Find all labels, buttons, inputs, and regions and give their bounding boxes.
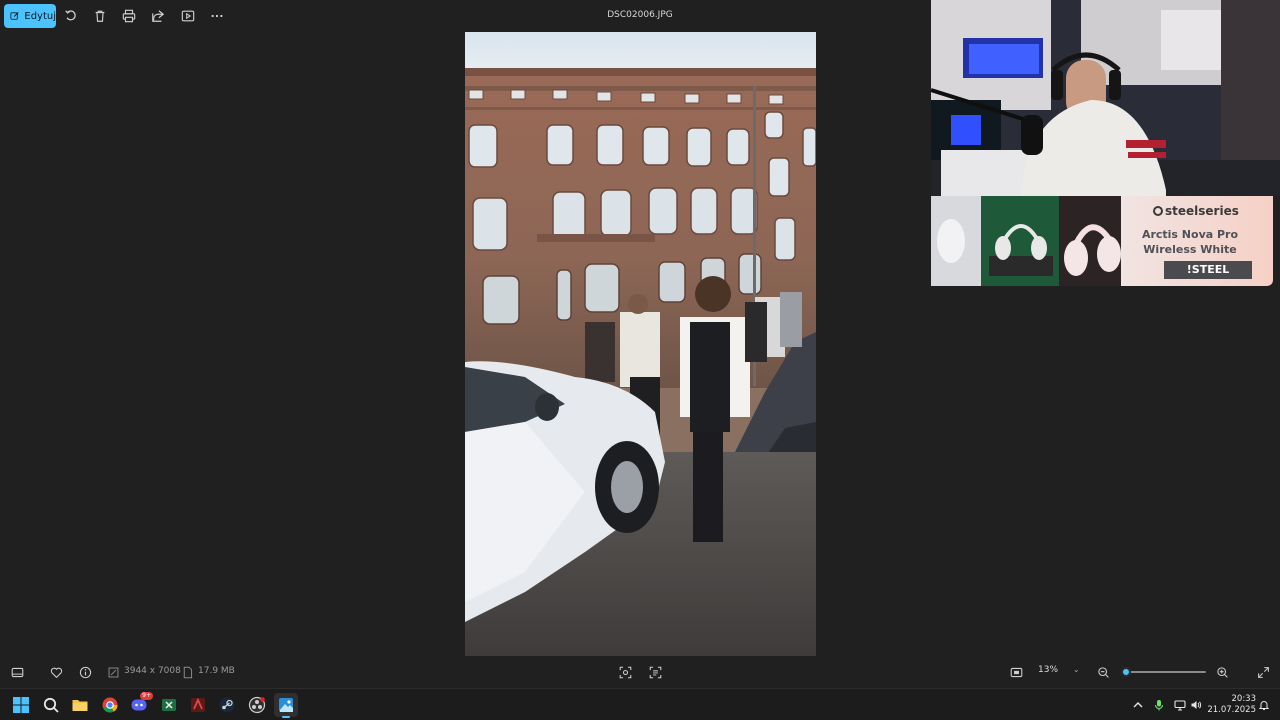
file-size: 17.9 MB (198, 666, 235, 676)
taskbar-obs[interactable] (245, 693, 269, 717)
clock-date: 21.07.2025 (1207, 705, 1256, 715)
tray-microphone[interactable] (1152, 698, 1166, 712)
discord-notification-badge: 9+ (140, 692, 153, 700)
folder-icon (72, 700, 88, 711)
rotate-icon (65, 10, 76, 21)
speaker-icon (1191, 701, 1202, 709)
chrome-icon (102, 697, 118, 713)
photo-image (465, 32, 816, 656)
edit-button[interactable]: Edytuj (4, 4, 56, 28)
game-icon (191, 697, 205, 712)
search-icon (43, 697, 59, 713)
chevron-down-icon: ⌄ (1072, 665, 1080, 674)
zoom-in-button[interactable] (1215, 665, 1229, 679)
delete-button[interactable] (89, 5, 111, 27)
text-scan-button[interactable] (648, 665, 662, 679)
file-size-icon (180, 665, 194, 679)
zoom-out-button[interactable] (1096, 665, 1110, 679)
printer-icon (122, 9, 136, 23)
zoom-in-icon (1216, 666, 1228, 678)
fit-to-window-button[interactable] (1009, 665, 1023, 679)
notification-bell-icon (1258, 701, 1270, 710)
taskbar-excel[interactable] (157, 693, 181, 717)
more-options-button[interactable] (206, 5, 228, 27)
windows-taskbar: 9+ 20:33 21.07.2025 (0, 688, 1280, 720)
sponsor-banner: steelseries Arctis Nova Pro Wireless Whi… (931, 196, 1273, 286)
network-icon (1174, 700, 1186, 711)
rotate-button[interactable] (60, 5, 82, 27)
info-icon (79, 666, 91, 678)
heart-icon (50, 667, 62, 678)
more-icon (211, 14, 223, 18)
tray-volume[interactable] (1189, 698, 1203, 712)
status-bar: 3944 x 7008 17.9 MB 13% ⌄ (0, 656, 1280, 688)
taskbar-game[interactable] (186, 693, 210, 717)
zoom-out-icon (1097, 666, 1109, 678)
sponsor-command: !STEEL (1164, 261, 1252, 279)
taskbar-file-explorer[interactable] (68, 693, 92, 717)
chevron-up-icon (1133, 702, 1143, 708)
steam-icon (219, 697, 235, 713)
webcam-image (931, 0, 1280, 196)
fullscreen-button[interactable] (1256, 665, 1270, 679)
taskbar-discord[interactable]: 9+ (127, 692, 153, 717)
photos-app-window: Edytuj DSC02006.JPG steelseries Arctis N… (0, 0, 1280, 720)
zoom-value: 13% (1038, 665, 1059, 675)
notifications-button[interactable] (1257, 698, 1271, 712)
taskbar-steam[interactable] (215, 693, 239, 717)
windows-logo-icon (13, 697, 29, 713)
visual-search-button[interactable] (618, 665, 632, 679)
trash-icon (95, 10, 105, 22)
search-button[interactable] (39, 693, 63, 717)
filmstrip-button[interactable] (10, 665, 24, 679)
clock-time: 20:33 (1231, 694, 1257, 704)
share-icon (152, 10, 165, 22)
edit-button-label: Edytuj (24, 10, 56, 22)
start-button[interactable] (9, 693, 33, 717)
visual-search-icon (619, 666, 631, 678)
excel-icon (162, 699, 176, 711)
file-info-button[interactable] (78, 665, 92, 679)
text-scan-icon (649, 666, 661, 678)
slideshow-button[interactable] (177, 5, 199, 27)
sponsor-product-line1: Arctis Nova Pro (1141, 228, 1239, 241)
fit-window-icon (1010, 667, 1022, 677)
photos-icon (279, 698, 293, 712)
taskbar-photos[interactable] (274, 693, 298, 718)
tray-network[interactable] (1173, 698, 1187, 712)
zoom-slider[interactable] (1121, 667, 1206, 677)
headphones-image (931, 196, 1121, 286)
zoom-slider-thumb[interactable] (1121, 667, 1131, 677)
image-dimensions: 3944 x 7008 (124, 666, 181, 676)
filmstrip-icon (11, 667, 23, 677)
photo-view[interactable] (465, 32, 816, 656)
zoom-dropdown[interactable]: 13% ⌄ (1038, 665, 1080, 675)
share-button[interactable] (147, 5, 169, 27)
sponsor-product-line2: Wireless White (1143, 243, 1237, 256)
slideshow-icon (181, 10, 195, 22)
taskbar-clock[interactable]: 20:33 21.07.2025 (1206, 694, 1256, 716)
webcam-overlay (931, 0, 1280, 196)
taskbar-chrome[interactable] (98, 693, 122, 717)
edit-icon (10, 12, 19, 20)
file-title: DSC02006.JPG (607, 10, 673, 20)
steelseries-logo-icon (1153, 206, 1163, 216)
print-button[interactable] (118, 5, 140, 27)
expand-icon (1257, 666, 1269, 678)
sponsor-brand: steelseries (1153, 204, 1239, 218)
obs-icon (248, 696, 266, 714)
microphone-icon (1154, 700, 1164, 711)
tray-overflow-button[interactable] (1131, 698, 1145, 712)
dimensions-icon (106, 665, 120, 679)
favorite-button[interactable] (49, 665, 63, 679)
